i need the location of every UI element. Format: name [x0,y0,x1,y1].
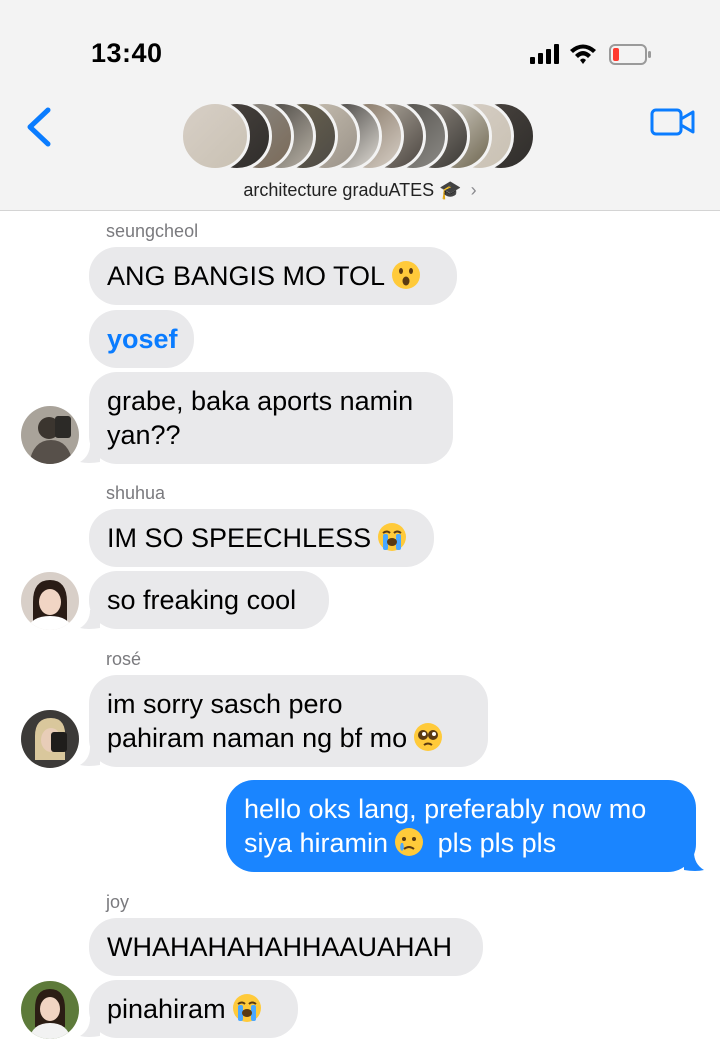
message-bubble[interactable]: pinahiram [89,980,298,1038]
outgoing-message-bubble[interactable]: hello oks lang, preferably now mo siya h… [226,780,696,872]
message-text: im sorry sasch pero pahiram naman ng bf … [107,689,408,753]
message-text: WHAHAHAHAHHAAUAHAH [107,932,453,962]
message-text: grabe, baka aports namin yan?? [107,386,414,450]
status-icons [530,44,651,65]
group-name[interactable]: architecture graduATES 🎓 › [0,180,720,201]
message-text: so freaking cool [107,585,297,615]
group-avatar-stack[interactable] [180,101,540,171]
avatar[interactable] [21,710,79,768]
message-text: ANG BANGIS MO TOL [107,261,386,291]
graduation-cap-emoji: 🎓 [439,180,462,200]
avatar[interactable] [21,406,79,464]
bubble-tail [80,747,100,766]
crying-face-emoji [395,828,424,856]
message-text: pls pls pls [437,828,557,858]
pleading-face-emoji [414,723,443,751]
message-bubble[interactable]: ANG BANGIS MO TOL [89,247,457,305]
avatar[interactable] [21,572,79,630]
cellular-signal-icon [530,44,559,64]
message-bubble[interactable]: IM SO SPEECHLESS [89,509,434,567]
bubble-tail [684,852,704,871]
bubble-tail [80,610,100,629]
loudly-crying-face-emoji [232,994,261,1022]
message-bubble[interactable]: im sorry sasch pero pahiram naman ng bf … [89,675,488,767]
bubble-tail [80,444,100,463]
sender-name: seungcheol [106,221,199,241]
mention-text: yosef [107,324,178,354]
video-call-icon[interactable] [650,106,696,138]
bubble-tail [80,1018,100,1037]
back-chevron-icon[interactable] [22,104,58,150]
sender-name: shuhua [106,483,166,503]
loudly-crying-face-emoji [378,523,407,551]
navigation-header: 13:40 architecture graduATES 🎓 › [0,0,720,211]
mention-bubble[interactable]: yosef [89,310,194,368]
message-bubble[interactable]: grabe, baka aports namin yan?? [89,372,453,464]
message-bubble[interactable]: so freaking cool [89,571,329,629]
hushed-face-emoji [392,261,421,289]
battery-icon [609,44,651,65]
chevron-right-icon: › [470,180,477,200]
wifi-icon [570,44,596,64]
message-text: IM SO SPEECHLESS [107,523,372,553]
group-name-text: architecture graduATES [243,180,435,200]
message-text: pinahiram [107,994,226,1024]
sender-name: rosé [106,649,142,669]
status-time: 13:40 [91,38,163,68]
message-bubble[interactable]: WHAHAHAHAHHAAUAHAH [89,918,483,976]
group-member-avatar [180,101,250,171]
avatar[interactable] [21,981,79,1039]
sender-name: joy [106,892,130,912]
